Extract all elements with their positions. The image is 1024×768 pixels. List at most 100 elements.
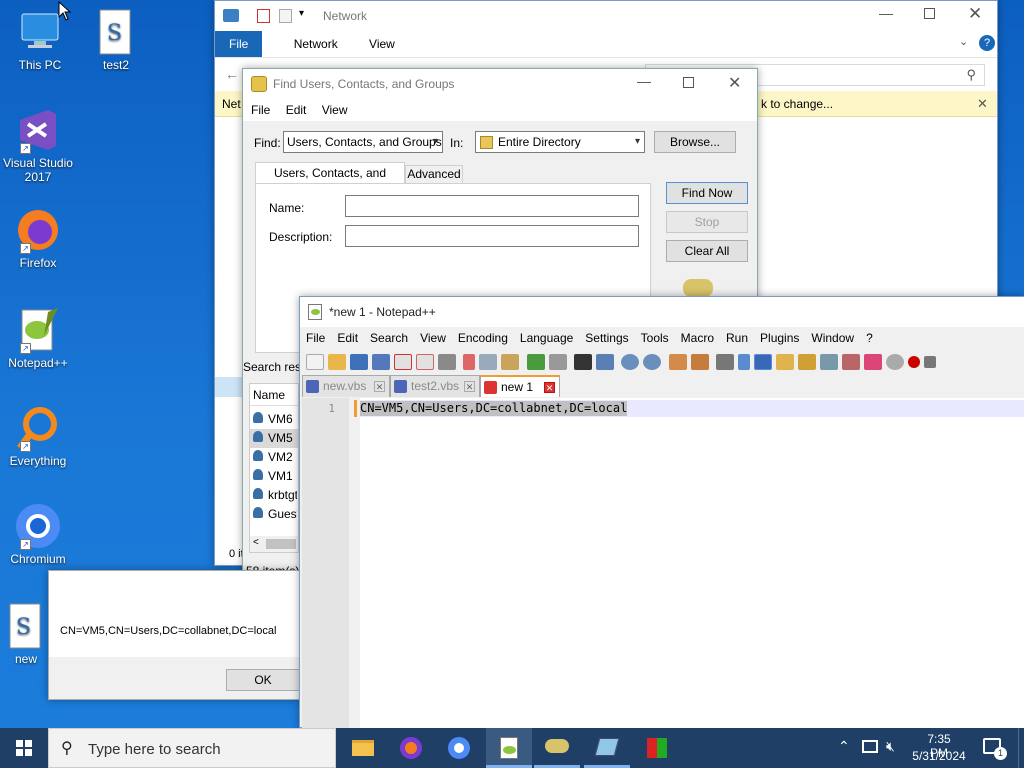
menu-help[interactable]: ? [860,327,879,349]
network-tray-icon[interactable] [862,740,878,753]
menu-file[interactable]: File [300,327,331,349]
desktop-icon-notepadpp[interactable]: ↗ Notepad++ [0,306,76,370]
clear-all-button[interactable]: Clear All [666,240,748,262]
description-input[interactable] [345,225,639,247]
sync-vertical-icon[interactable] [668,353,687,370]
editor-area[interactable]: CN=VM5,CN=Users,DC=collabnet,DC=local [354,398,1024,729]
menu-edit[interactable]: Edit [331,327,364,349]
properties-icon[interactable] [257,9,270,23]
start-button[interactable] [0,728,48,768]
taskbar-chromium[interactable] [436,728,482,768]
menu-view[interactable]: View [316,99,354,121]
close-file-icon[interactable] [394,353,412,370]
table-row[interactable]: VM6 [253,410,293,429]
zoom-in-icon[interactable] [621,353,640,370]
stop-button[interactable]: Stop [666,211,748,233]
maximize-button[interactable] [924,8,935,19]
save-icon[interactable] [350,353,368,370]
open-file-icon[interactable] [328,353,346,370]
desktop-icon-visual-studio[interactable]: ↗ Visual Studio 2017 [0,106,76,184]
menu-file[interactable]: File [243,99,276,121]
table-row[interactable]: krbtgt [253,486,297,505]
taskbar-find-users[interactable] [534,728,580,768]
menu-language[interactable]: Language [514,327,579,349]
close-tab-icon[interactable]: ✕ [464,381,475,392]
copy-icon[interactable] [479,353,498,370]
find-type-select[interactable]: Users, Contacts, and Groups ▾ [283,131,443,153]
close-tab-icon[interactable]: ✕ [374,381,385,392]
search-scope-select[interactable]: Entire Directory ▾ [475,131,645,153]
chevron-up-icon[interactable]: ⌃ [838,738,850,755]
minimize-button[interactable]: — [879,5,893,21]
info-bar-close-icon[interactable]: ✕ [977,96,988,112]
udl-icon[interactable] [776,353,795,370]
print-icon[interactable] [438,353,456,370]
menu-run[interactable]: Run [720,327,754,349]
maximize-button[interactable] [683,77,694,88]
menu-view[interactable]: View [414,327,452,349]
table-row[interactable]: VM2 [253,448,293,467]
sync-horizontal-icon[interactable] [690,353,709,370]
find-icon[interactable] [574,353,593,370]
help-icon[interactable]: ? [979,35,995,51]
save-all-icon[interactable] [372,353,390,370]
clock-date[interactable]: 5/31/2024 [910,749,968,763]
tab-new-1[interactable]: new 1 ✕ [480,375,560,397]
menu-tools[interactable]: Tools [635,327,675,349]
tab-new-vbs[interactable]: new.vbs ✕ [302,375,390,397]
redo-icon[interactable] [548,353,567,370]
volume-muted-icon[interactable]: 🔇︎ [886,738,895,755]
desktop-icon-everything[interactable]: ↗ Everything [0,404,76,468]
stop-record-icon[interactable] [908,355,921,368]
taskbar-firefox[interactable] [388,728,434,768]
menu-edit[interactable]: Edit [280,99,313,121]
close-all-icon[interactable] [416,353,434,370]
results-header-name[interactable]: Name [250,384,298,406]
doc-map-icon[interactable] [798,353,817,370]
zoom-out-icon[interactable] [643,353,662,370]
ribbon-tab-view[interactable]: View [355,31,409,57]
scroll-left-icon[interactable]: < [253,537,259,548]
menu-encoding[interactable]: Encoding [452,327,514,349]
table-row[interactable]: Guest [253,505,297,524]
notification-center-icon[interactable]: 1 [983,738,1007,760]
ribbon-expand-icon[interactable]: ⌄ [959,35,968,48]
menu-window[interactable]: Window [805,327,860,349]
taskbar-search-box[interactable]: ⚲ Type here to search [48,728,336,768]
ok-button[interactable]: OK [226,669,300,691]
function-list-icon[interactable] [820,353,839,370]
folder-workspace-icon[interactable] [842,353,861,370]
replace-icon[interactable] [596,353,615,370]
scroll-thumb[interactable] [266,539,296,549]
dialog-tab-users[interactable]: Users, Contacts, and Groups [255,162,405,200]
ribbon-tab-file[interactable]: File [215,31,263,57]
name-input[interactable] [345,195,639,217]
new-folder-icon[interactable] [279,9,292,23]
indent-guide-icon[interactable] [754,353,773,370]
record-icon[interactable] [886,353,905,370]
taskbar-app[interactable] [634,728,680,768]
ribbon-tab-network[interactable]: Network [280,31,352,57]
desktop-icon-new[interactable]: S new [0,602,52,666]
menu-search[interactable]: Search [364,327,414,349]
playback-icon[interactable] [924,355,937,368]
table-row[interactable]: VM5 [250,429,298,448]
menu-settings[interactable]: Settings [579,327,634,349]
tab-test2-vbs[interactable]: test2.vbs ✕ [390,375,480,397]
close-button[interactable]: ✕ [968,4,982,24]
find-now-button[interactable]: Find Now [666,182,748,204]
menu-plugins[interactable]: Plugins [754,327,805,349]
dialog-tab-advanced[interactable]: Advanced [405,165,463,184]
horizontal-scrollbar[interactable]: < [250,536,298,552]
close-tab-icon[interactable]: ✕ [544,382,555,393]
browse-button[interactable]: Browse... [654,131,736,153]
menu-macro[interactable]: Macro [675,327,720,349]
taskbar-script-host[interactable] [584,728,630,768]
show-desktop-button[interactable] [1018,728,1024,768]
close-button[interactable]: ✕ [728,73,741,93]
paste-icon[interactable] [501,353,520,370]
taskbar-notepadpp[interactable] [486,728,532,768]
desktop-icon-test2[interactable]: S test2 [78,8,154,72]
customize-qat-icon[interactable]: ▾ [299,8,304,19]
desktop-icon-chromium[interactable]: ↗ Chromium [0,502,76,566]
